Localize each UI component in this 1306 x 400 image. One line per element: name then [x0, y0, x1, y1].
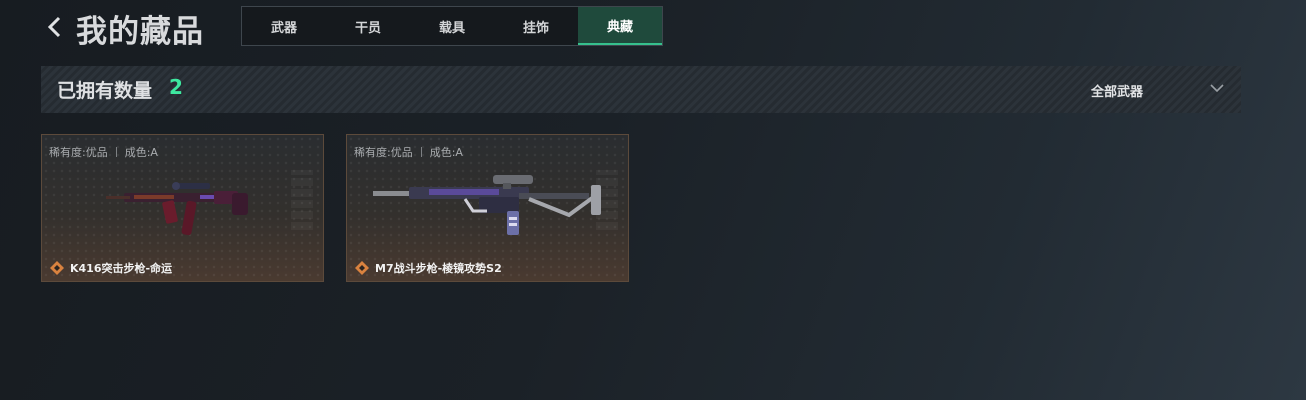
m7-rifle-image: [373, 175, 601, 235]
header: 我的藏品 武器 干员 载具 挂饰 典藏: [0, 0, 1306, 60]
rarity-text: 稀有度:优品: [49, 146, 108, 159]
filter-selected-value: 全部武器: [1091, 85, 1144, 100]
owned-summary-bar: 已拥有数量 2 全部武器: [41, 66, 1241, 113]
tab-operators[interactable]: 干员: [326, 7, 410, 45]
rarity-text: 稀有度:优品: [354, 146, 413, 159]
rarity-diamond-icon: [355, 261, 369, 275]
meta-divider: [420, 147, 422, 157]
condition-text: 成色:A: [429, 146, 463, 159]
collection-card[interactable]: 稀有度:优品 成色:A K416突击步枪-命运: [41, 134, 324, 282]
owned-count-value: 2: [169, 75, 183, 99]
tab-weapons[interactable]: 武器: [242, 7, 326, 45]
condition-text: 成色:A: [124, 146, 158, 159]
k416-rifle-image: [106, 182, 248, 236]
back-arrow-icon[interactable]: [44, 12, 66, 42]
tab-charms[interactable]: 挂饰: [494, 7, 578, 45]
chevron-down-icon: [1210, 84, 1224, 93]
category-tabs: 武器 干员 载具 挂饰 典藏: [241, 6, 663, 46]
card-name-row: M7战斗步枪-棱镜攻势S2: [355, 260, 502, 276]
card-meta: 稀有度:优品 成色:A: [49, 144, 158, 160]
item-name: K416突击步枪-命运: [70, 262, 173, 275]
page-title: 我的藏品: [76, 14, 204, 50]
decorative-pattern: [291, 170, 313, 230]
owned-count-label: 已拥有数量: [57, 80, 153, 102]
card-meta: 稀有度:优品 成色:A: [354, 144, 463, 160]
rarity-diamond-icon: [50, 261, 64, 275]
meta-divider: [115, 147, 117, 157]
card-name-row: K416突击步枪-命运: [50, 260, 172, 276]
tab-collection[interactable]: 典藏: [578, 7, 662, 45]
tab-vehicles[interactable]: 载具: [410, 7, 494, 45]
item-name: M7战斗步枪-棱镜攻势S2: [375, 262, 502, 275]
weapon-filter-dropdown[interactable]: 全部武器: [1077, 66, 1227, 113]
collection-card[interactable]: 稀有度:优品 成色:A M7战斗步枪-棱镜攻势S2: [346, 134, 629, 282]
